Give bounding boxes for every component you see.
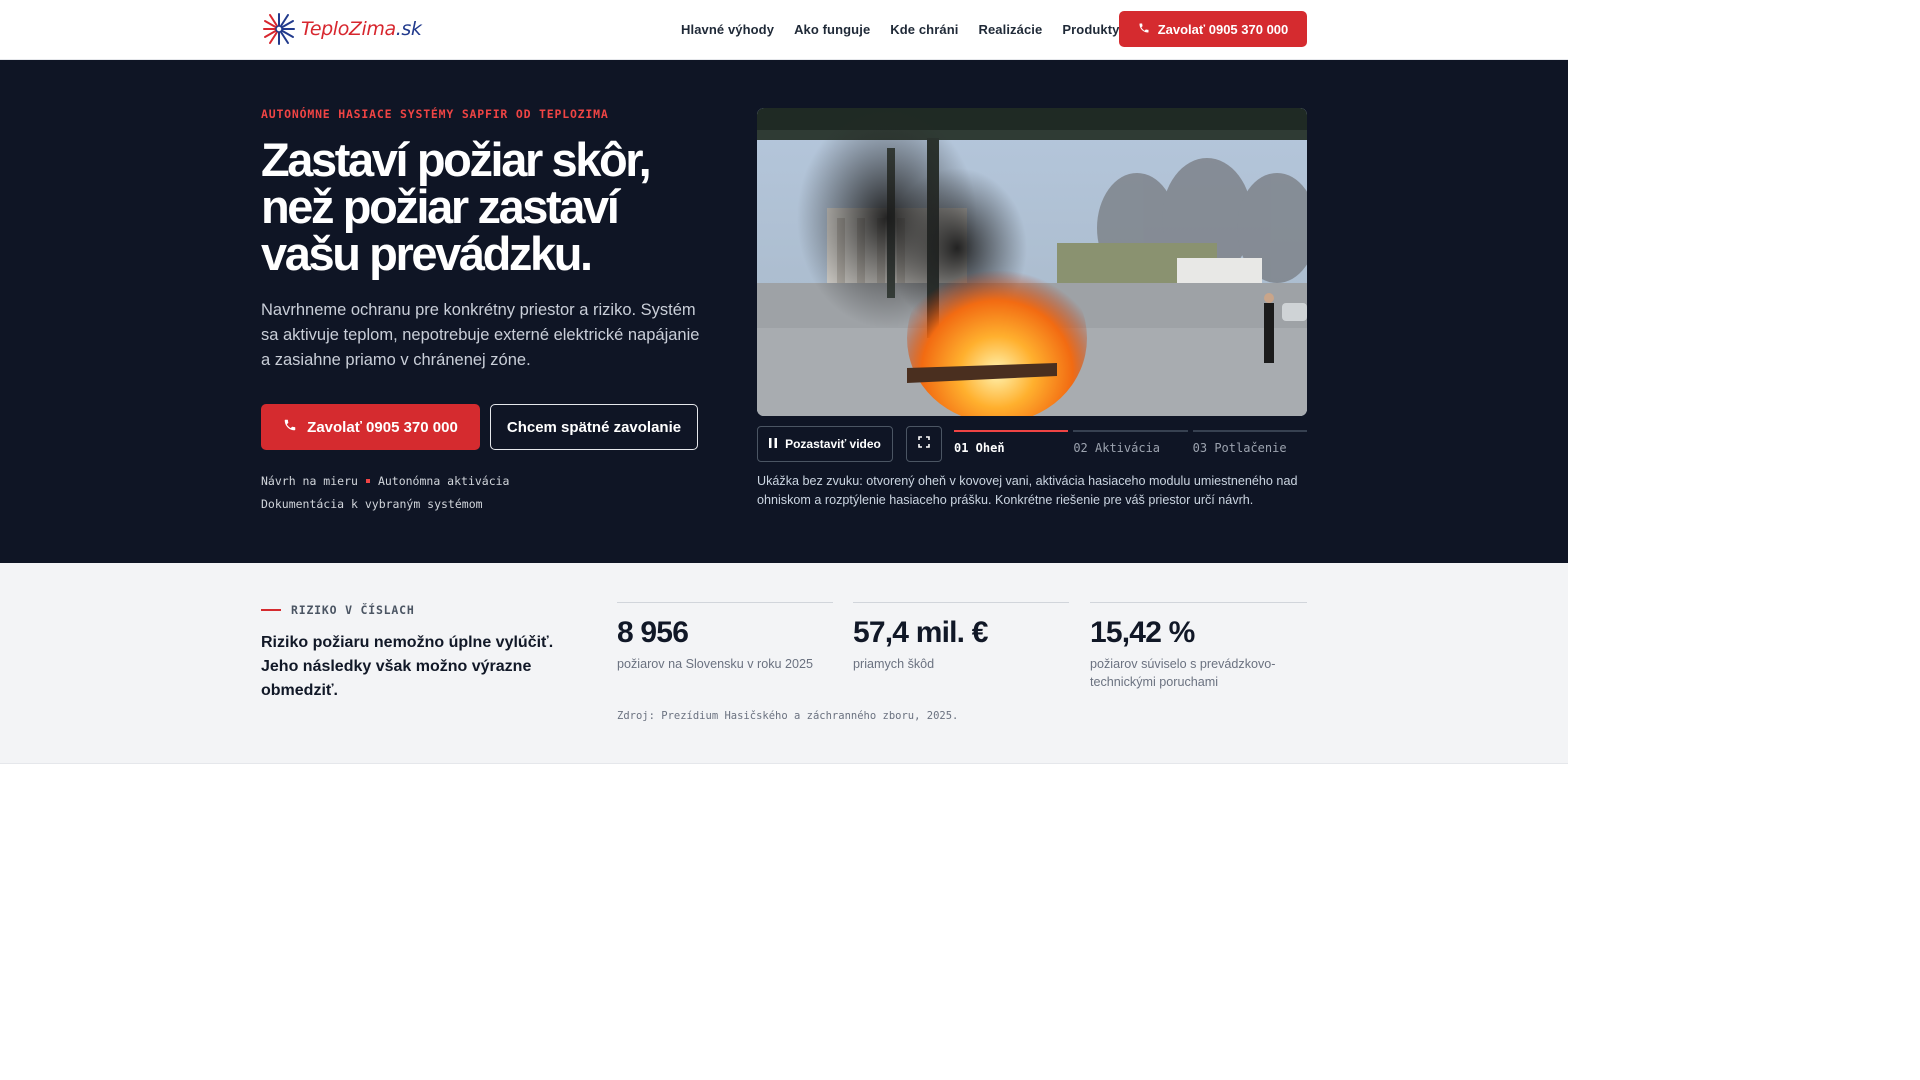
video-caption: Ukážka bez zvuku: otvorený oheň v kovove… bbox=[757, 474, 1298, 507]
nav-link-products[interactable]: Produkty bbox=[1062, 22, 1119, 37]
stat-value: 8 956 bbox=[617, 616, 689, 649]
stat-damages: 57,4 mil. € priamych škôd bbox=[853, 602, 1069, 673]
main-nav: Hlavné výhody Ako funguje Kde chráni Rea… bbox=[681, 22, 1140, 37]
nav-link-where-it-protects[interactable]: Kde chráni bbox=[890, 22, 958, 37]
bullet-dot bbox=[365, 478, 370, 483]
snowflake-logo-icon bbox=[261, 11, 297, 47]
phone-icon bbox=[283, 418, 297, 436]
nav-link-how-it-works[interactable]: Ako funguje bbox=[794, 22, 870, 37]
video-frame-fire-demo bbox=[757, 108, 1307, 416]
stat-fires-count: 8 956 požiarov na Slovensku v roku 2025 bbox=[617, 602, 833, 673]
fullscreen-icon bbox=[918, 435, 930, 453]
risk-section-label: RIZIKO V ČÍSLACH bbox=[261, 603, 415, 617]
hero-features: Návrh na mieru Autonómna aktivácia Dokume… bbox=[261, 470, 510, 516]
stat-description: požiarov súviselo s prevádzkovo-technick… bbox=[1090, 657, 1276, 689]
logo-link[interactable]: TeploZima.sk bbox=[261, 11, 422, 47]
feature-autonomous-activation: Autonómna aktivácia bbox=[377, 474, 510, 488]
pause-icon bbox=[769, 437, 778, 451]
hero-eyebrow: AUTONÓMNE HASIACE SYSTÉMY SAPFIR OD TEPL… bbox=[261, 107, 609, 121]
step-suppression[interactable]: 03 Potlačenie bbox=[1192, 430, 1307, 455]
brand-name: TeploZima.sk bbox=[301, 18, 422, 40]
step-fire[interactable]: 01 Oheň bbox=[954, 430, 1069, 455]
header-call-button[interactable]: Zavolať 0905 370 000 bbox=[1119, 11, 1307, 47]
hero-title: Zastaví požiar skôr, než požiar zastaví … bbox=[261, 133, 652, 280]
video-steps: 01 Oheň 02 Aktivácia 03 Potlačenie bbox=[954, 430, 1307, 455]
stat-technical-faults: 15,42 % požiarov súviselo s prevádzkovo-… bbox=[1090, 602, 1307, 691]
hero-section: AUTONÓMNE HASIACE SYSTÉMY SAPFIR OD TEPL… bbox=[0, 60, 1568, 563]
hero-lead: Navrhneme ochranu pre konkrétny priestor… bbox=[261, 301, 700, 369]
nav-link-benefits[interactable]: Hlavné výhody bbox=[681, 22, 774, 37]
stats-source: Zdroj: Prezídium Hasičského a záchrannéh… bbox=[617, 710, 959, 722]
nav-link-realizations[interactable]: Realizácie bbox=[978, 22, 1042, 37]
risk-stats-section: RIZIKO V ČÍSLACH Riziko požiaru nemožno … bbox=[0, 563, 1568, 764]
site-header: TeploZima.sk Hlavné výhody Ako funguje K… bbox=[0, 0, 1568, 60]
step-activation[interactable]: 02 Aktivácia bbox=[1073, 430, 1188, 455]
phone-icon bbox=[1138, 22, 1150, 37]
stat-value: 57,4 mil. € bbox=[853, 616, 988, 649]
pause-video-button[interactable]: Pozastaviť video bbox=[757, 426, 893, 462]
feature-documentation: Dokumentácia k vybraným systémom bbox=[261, 497, 483, 511]
stat-description: požiarov na Slovensku v roku 2025 bbox=[617, 657, 814, 671]
accent-line bbox=[261, 609, 281, 611]
pause-video-label: Pozastaviť video bbox=[785, 437, 881, 451]
risk-label-text: RIZIKO V ČÍSLACH bbox=[291, 603, 415, 617]
risk-intro: Riziko požiaru nemožno úplne vylúčiť. Je… bbox=[261, 634, 554, 699]
hero-call-label: Zavolať 0905 370 000 bbox=[307, 418, 458, 436]
stat-value: 15,42 % bbox=[1090, 616, 1195, 649]
feature-custom-design: Návrh na mieru bbox=[261, 474, 358, 488]
fullscreen-button[interactable] bbox=[906, 426, 942, 462]
callback-request-button[interactable]: Chcem spätné zavolanie bbox=[490, 404, 698, 450]
header-call-label: Zavolať 0905 370 000 bbox=[1157, 21, 1289, 37]
demo-video[interactable] bbox=[757, 108, 1307, 416]
hero-call-button[interactable]: Zavolať 0905 370 000 bbox=[261, 404, 480, 450]
stat-description: priamych škôd bbox=[853, 657, 935, 671]
